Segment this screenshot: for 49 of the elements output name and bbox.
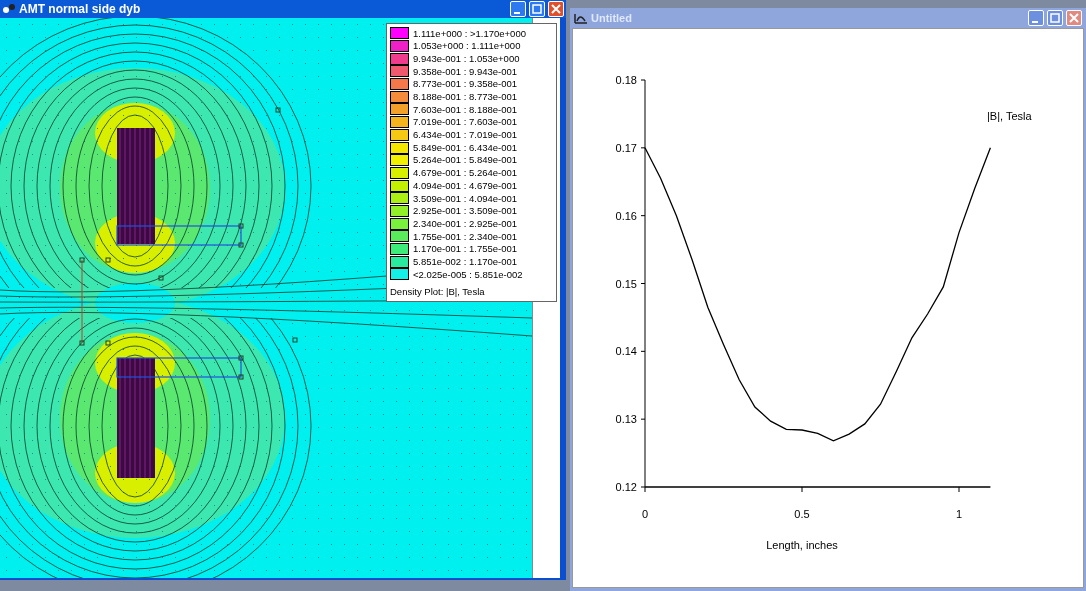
y-tick-label: 0.12 [615,481,637,493]
legend-label: 9.943e-001 : 1.053e+000 [413,53,520,64]
legend-label: 7.019e-001 : 7.603e-001 [413,117,518,127]
y-tick-label: 0.18 [615,74,637,86]
close-button[interactable] [548,1,564,17]
legend-label: 8.188e-001 : 8.773e-001 [413,92,518,102]
app-icon [2,3,16,15]
legend-caption: Density Plot: |B|, Tesla [390,284,486,299]
series-label: |B|, Tesla [987,110,1032,122]
legend-label: 7.603e-001 : 8.188e-001 [413,104,518,115]
legend-label: 3.509e-001 : 4.094e-001 [413,193,518,204]
window-title: AMT normal side dyb [19,3,141,15]
minimize-icon [513,12,520,14]
legend-label: 5.851e-002 : 1.170e-001 [413,256,518,267]
legend-label: 8.773e-001 : 9.358e-001 [413,79,518,89]
close-icon [1069,13,1079,23]
y-tick-label: 0.17 [615,141,637,154]
legend-label: 1.755e-001 : 2.340e-001 [413,231,518,242]
x-tick-label: 1 [955,508,963,520]
minimize-button[interactable] [1028,10,1044,26]
legend-label: 1.053e+000 : 1.111e+000 [413,41,521,51]
y-tick-label: 0.14 [615,345,637,358]
legend-label: 2.925e-001 : 3.509e-001 [413,206,518,216]
legend-label: 5.264e-001 : 5.849e-001 [413,155,518,165]
x-tick-label: 0 [641,508,649,520]
legend-label: 4.094e-001 : 4.679e-001 [413,180,518,191]
legend-label: 9.358e-001 : 9.943e-001 [413,66,518,77]
minimize-button[interactable] [510,1,526,17]
maximize-button[interactable] [529,1,545,17]
legend-label: 5.849e-001 : 6.434e-001 [413,142,518,153]
y-tick-label: 0.16 [615,209,637,222]
y-tick-label: 0.13 [615,413,637,426]
legend-label: 1.111e+000 : >1.170e+000 [413,28,526,39]
window-title: Untitled [591,12,632,24]
app-icon [574,12,588,24]
x-tick-label: 0.5 [794,508,810,520]
legend-label: 4.679e-001 : 5.264e-001 [413,168,518,178]
legend-label: <2.025e-005 : 5.851e-002 [413,269,523,280]
close-button[interactable] [1066,10,1082,26]
legend-label: 1.170e-001 : 1.755e-001 [413,244,518,254]
minimize-icon [1031,21,1038,23]
close-icon [551,4,561,14]
maximize-button[interactable] [1047,10,1063,26]
legend-label: 6.434e-001 : 7.019e-001 [413,130,518,140]
y-tick-label: 0.15 [615,277,637,290]
maximize-icon [1050,13,1060,23]
legend-label: 2.340e-001 : 2.925e-001 [413,218,518,229]
maximize-icon [532,4,542,14]
x-axis-label: Length, inches [766,539,838,551]
